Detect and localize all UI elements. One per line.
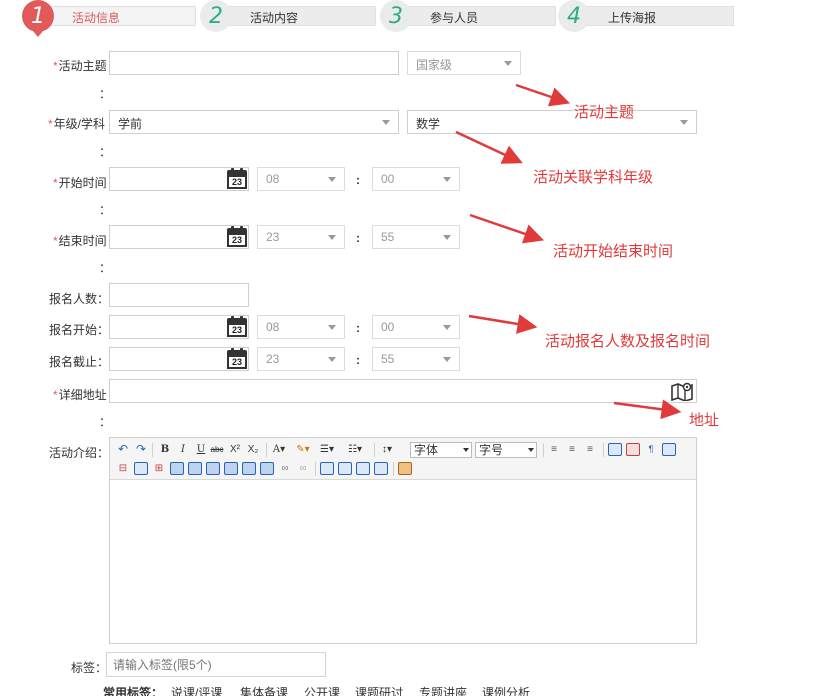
- arrow-grade: [455, 130, 523, 164]
- arrow-time: [469, 213, 545, 244]
- annotation-reg: 活动报名人数及报名时间: [545, 333, 711, 350]
- annotation-grade: 活动关联学科年级: [533, 169, 654, 186]
- arrow-address: [613, 399, 682, 420]
- annotation-address: 地址: [689, 412, 720, 429]
- annotation-theme: 活动主题: [574, 104, 635, 121]
- arrow-reg: [468, 314, 538, 334]
- arrow-theme: [515, 83, 571, 107]
- annotation-time: 活动开始结束时间: [553, 243, 674, 260]
